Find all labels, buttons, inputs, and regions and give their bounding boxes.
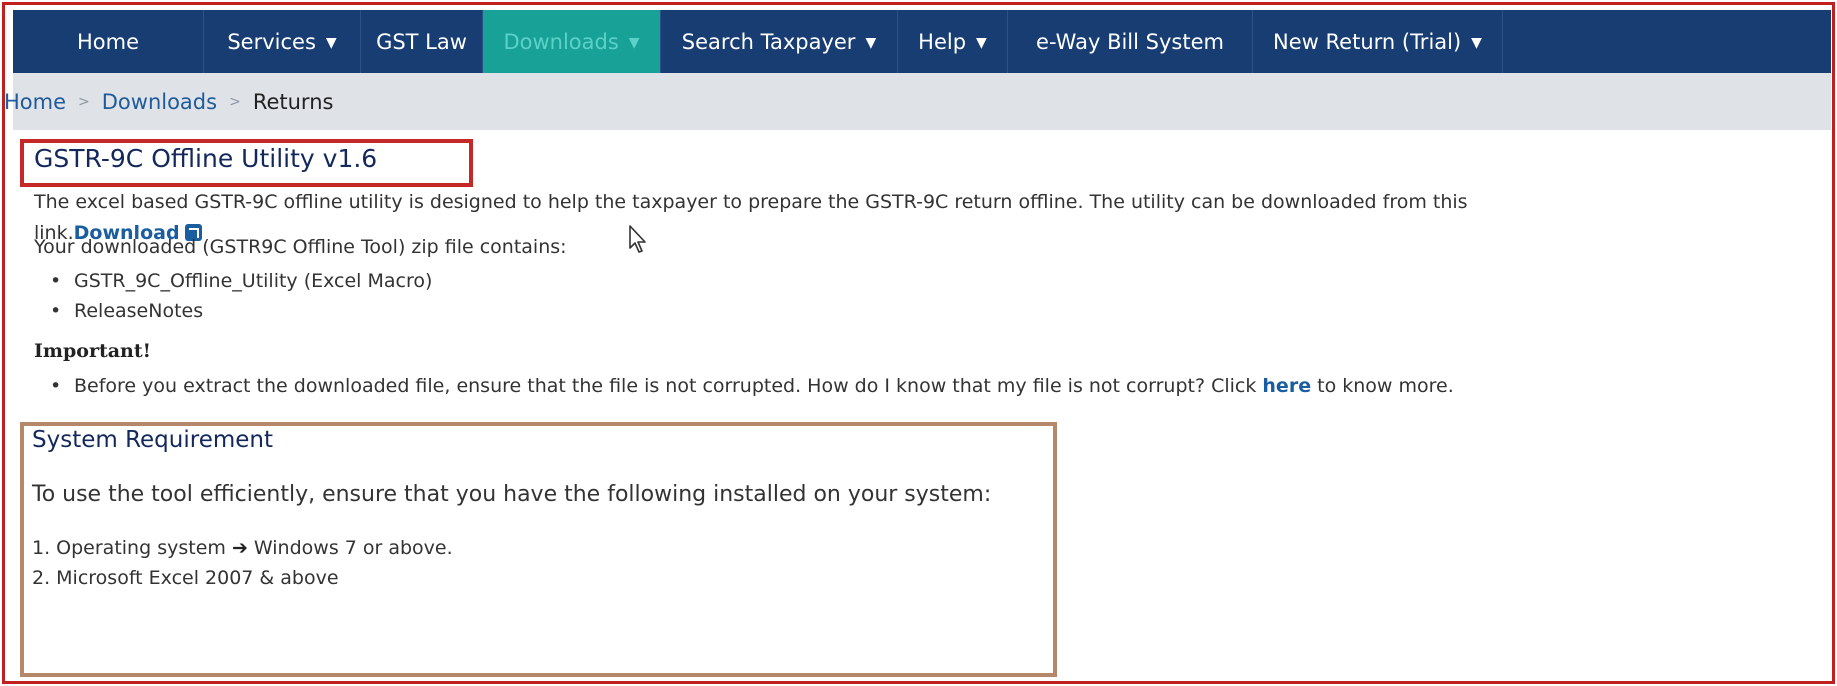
system-requirement-intro: To use the tool efficiently, ensure that… — [32, 482, 992, 507]
arrow-right-icon: ➔ — [231, 537, 248, 559]
nav-item-label: Downloads — [503, 29, 619, 54]
breadcrumb: Home > Downloads > Returns — [4, 73, 1831, 130]
caret-down-icon: ▼ — [628, 34, 640, 51]
intro-text: The excel based GSTR-9C offline utility … — [34, 191, 1468, 213]
important-text: Before you extract the downloaded file, … — [74, 375, 1263, 397]
important-heading: Important! — [34, 340, 151, 362]
system-requirement-title: System Requirement — [32, 427, 273, 453]
page-title: GSTR-9C Offline Utility v1.6 — [34, 144, 378, 173]
nav-item-label: Home — [76, 29, 139, 54]
breadcrumb-current: Returns — [252, 89, 334, 114]
nav-item-label: New Return (Trial) — [1273, 29, 1462, 54]
list-item: 2. Microsoft Excel 2007 & above — [32, 567, 339, 589]
nav-item-new-return[interactable]: New Return (Trial) ▼ — [1253, 10, 1503, 73]
nav-item-label: Services — [227, 29, 316, 54]
list-item: ReleaseNotes — [50, 296, 432, 326]
caret-down-icon: ▼ — [1471, 34, 1482, 51]
nav-item-label: Search Taxpayer — [681, 29, 856, 54]
nav-item-services[interactable]: Services ▼ — [204, 10, 361, 73]
nav-item-gst-law[interactable]: GST Law — [361, 10, 483, 73]
list-item: Before you extract the downloaded file, … — [50, 371, 1454, 401]
req-os-label: 1. Operating system — [32, 537, 232, 559]
breadcrumb-home[interactable]: Home — [4, 90, 66, 114]
nav-item-eway-bill[interactable]: e-Way Bill System — [1008, 10, 1253, 73]
zip-contents-list: GSTR_9C_Offline_Utility (Excel Macro) Re… — [50, 266, 432, 326]
nav-item-help[interactable]: Help ▼ — [898, 10, 1008, 73]
list-item: 1. Operating system ➔ Windows 7 or above… — [32, 533, 453, 563]
nav-item-label: e-Way Bill System — [1036, 29, 1224, 54]
here-link[interactable]: here — [1262, 375, 1311, 397]
chevron-right-icon: > — [229, 93, 241, 110]
chevron-right-icon: > — [78, 93, 90, 110]
nav-item-search-taxpayer[interactable]: Search Taxpayer ▼ — [661, 10, 898, 73]
top-nav: Home Services ▼ GST Law Downloads ▼ Sear… — [13, 10, 1831, 73]
nav-item-home[interactable]: Home — [13, 10, 204, 73]
requirements-list: 1. Operating system ➔ Windows 7 or above… — [32, 533, 453, 593]
breadcrumb-downloads[interactable]: Downloads — [102, 90, 217, 114]
zip-intro: Your downloaded (GSTR9C Offline Tool) zi… — [34, 236, 567, 258]
important-list: Before you extract the downloaded file, … — [50, 371, 1454, 401]
caret-down-icon: ▼ — [325, 34, 337, 51]
mouse-cursor-icon — [629, 225, 646, 253]
caret-down-icon: ▼ — [865, 34, 877, 51]
important-suffix: to know more. — [1311, 375, 1454, 397]
req-os-value: Windows 7 or above. — [247, 537, 453, 559]
caret-down-icon: ▼ — [976, 34, 987, 51]
nav-item-label: Help — [918, 29, 967, 54]
nav-item-downloads[interactable]: Downloads ▼ — [483, 10, 661, 73]
list-item: GSTR_9C_Offline_Utility (Excel Macro) — [50, 266, 432, 296]
nav-item-label: GST Law — [376, 29, 467, 54]
